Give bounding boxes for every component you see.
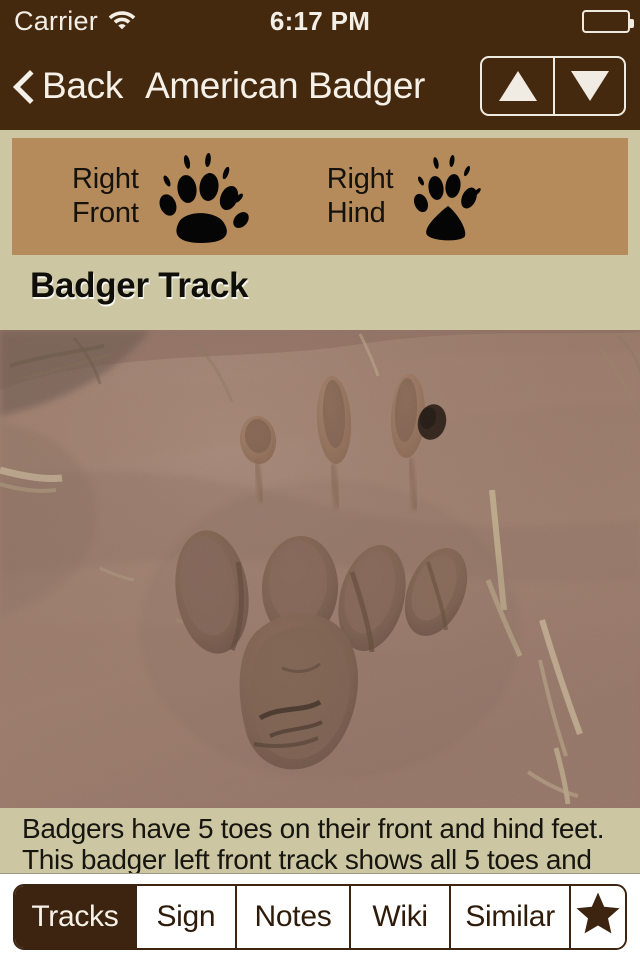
tab-tracks[interactable]: Tracks: [15, 886, 137, 948]
caption-line-2: This badger left front track shows all 5…: [22, 844, 592, 874]
status-bar-right: [582, 0, 634, 42]
paw-print-hind-icon: [407, 146, 487, 247]
paw-reference-banner: Right Front Right Hind: [12, 138, 628, 255]
section-title: Badger Track: [30, 266, 249, 305]
paw-entry-right-hind-label: Right Hind: [327, 163, 394, 230]
prev-next-segmented-control: [480, 56, 626, 116]
paw-label-line2: Hind: [326, 196, 386, 229]
back-button-label: Back: [42, 65, 124, 106]
tab-wiki[interactable]: Wiki: [350, 886, 452, 948]
paw-entry-right-front: Right Front: [72, 144, 249, 249]
chevron-left-icon: [12, 66, 38, 106]
caption-line-1: Badgers have 5 toes on their front and h…: [22, 813, 605, 844]
badger-track-photo[interactable]: [0, 330, 640, 808]
paw-label-line2: Front: [72, 196, 139, 229]
triangle-down-icon: [570, 71, 609, 101]
paw-print-front-icon: [153, 144, 249, 249]
tab-sign[interactable]: Sign: [136, 886, 238, 948]
next-record-button[interactable]: [553, 58, 624, 114]
star-icon: [575, 891, 621, 943]
paw-label-line1: Right: [72, 162, 139, 195]
tab-segmented-control: Tracks Sign Notes Wiki Similar: [13, 884, 627, 950]
paw-label-line1: Right: [326, 162, 394, 195]
paw-entry-right-front-label: Right Front: [72, 163, 139, 230]
photo-caption: Badgers have 5 toes on their front and h…: [0, 808, 640, 874]
paw-entry-right-hind: Right Hind: [327, 146, 488, 247]
page-title: American Badger: [145, 65, 425, 106]
previous-record-button[interactable]: [482, 58, 553, 114]
triangle-up-icon: [498, 71, 537, 101]
battery-icon: [582, 9, 634, 33]
tab-notes[interactable]: Notes: [237, 886, 351, 948]
nav-bar: Back American Badger: [0, 42, 640, 130]
status-bar-clock: 6:17 PM: [269, 5, 371, 36]
status-bar: Carrier 6:17 PM: [0, 0, 640, 42]
tab-similar[interactable]: Similar: [451, 886, 572, 948]
back-button[interactable]: Back: [12, 65, 123, 107]
app-root: Carrier 6:17 PM Back American Badger Rig…: [0, 0, 640, 960]
tab-bar: Tracks Sign Notes Wiki Similar: [0, 874, 640, 960]
tab-favorite[interactable]: [571, 886, 625, 948]
